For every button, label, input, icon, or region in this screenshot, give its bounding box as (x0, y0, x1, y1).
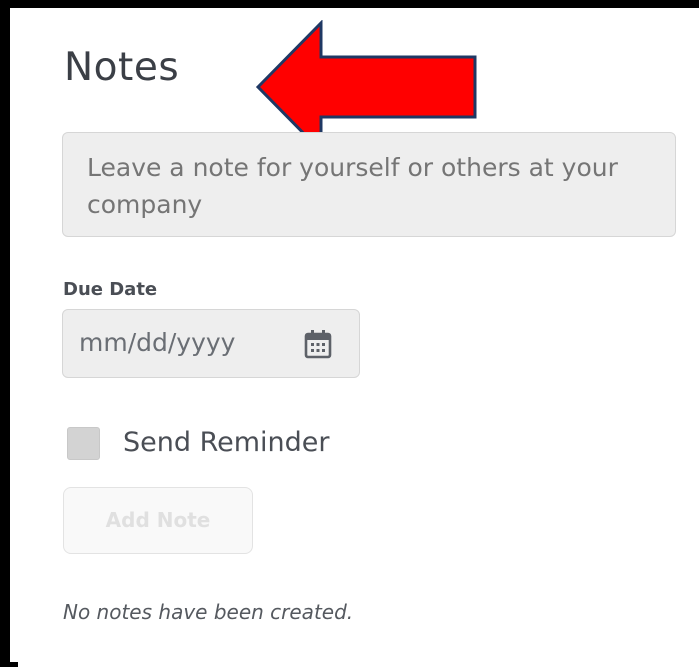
due-date-placeholder: mm/dd/yyyy (79, 328, 236, 357)
send-reminder-checkbox[interactable] (67, 427, 100, 460)
note-textarea[interactable] (62, 132, 676, 237)
notes-panel: Notes Due Date mm/dd/yyyy Send Reminder (18, 15, 699, 671)
page-title: Notes (64, 45, 180, 90)
due-date-label: Due Date (63, 279, 158, 300)
screenshot-frame: Notes Due Date mm/dd/yyyy Send Reminder (0, 0, 699, 671)
empty-notes-message: No notes have been created. (63, 600, 354, 624)
calendar-icon[interactable] (303, 328, 333, 360)
annotation-arrow (255, 20, 477, 150)
due-date-input[interactable]: mm/dd/yyyy (62, 309, 360, 378)
add-note-button[interactable]: Add Note (63, 487, 253, 554)
send-reminder-label[interactable]: Send Reminder (123, 425, 330, 461)
